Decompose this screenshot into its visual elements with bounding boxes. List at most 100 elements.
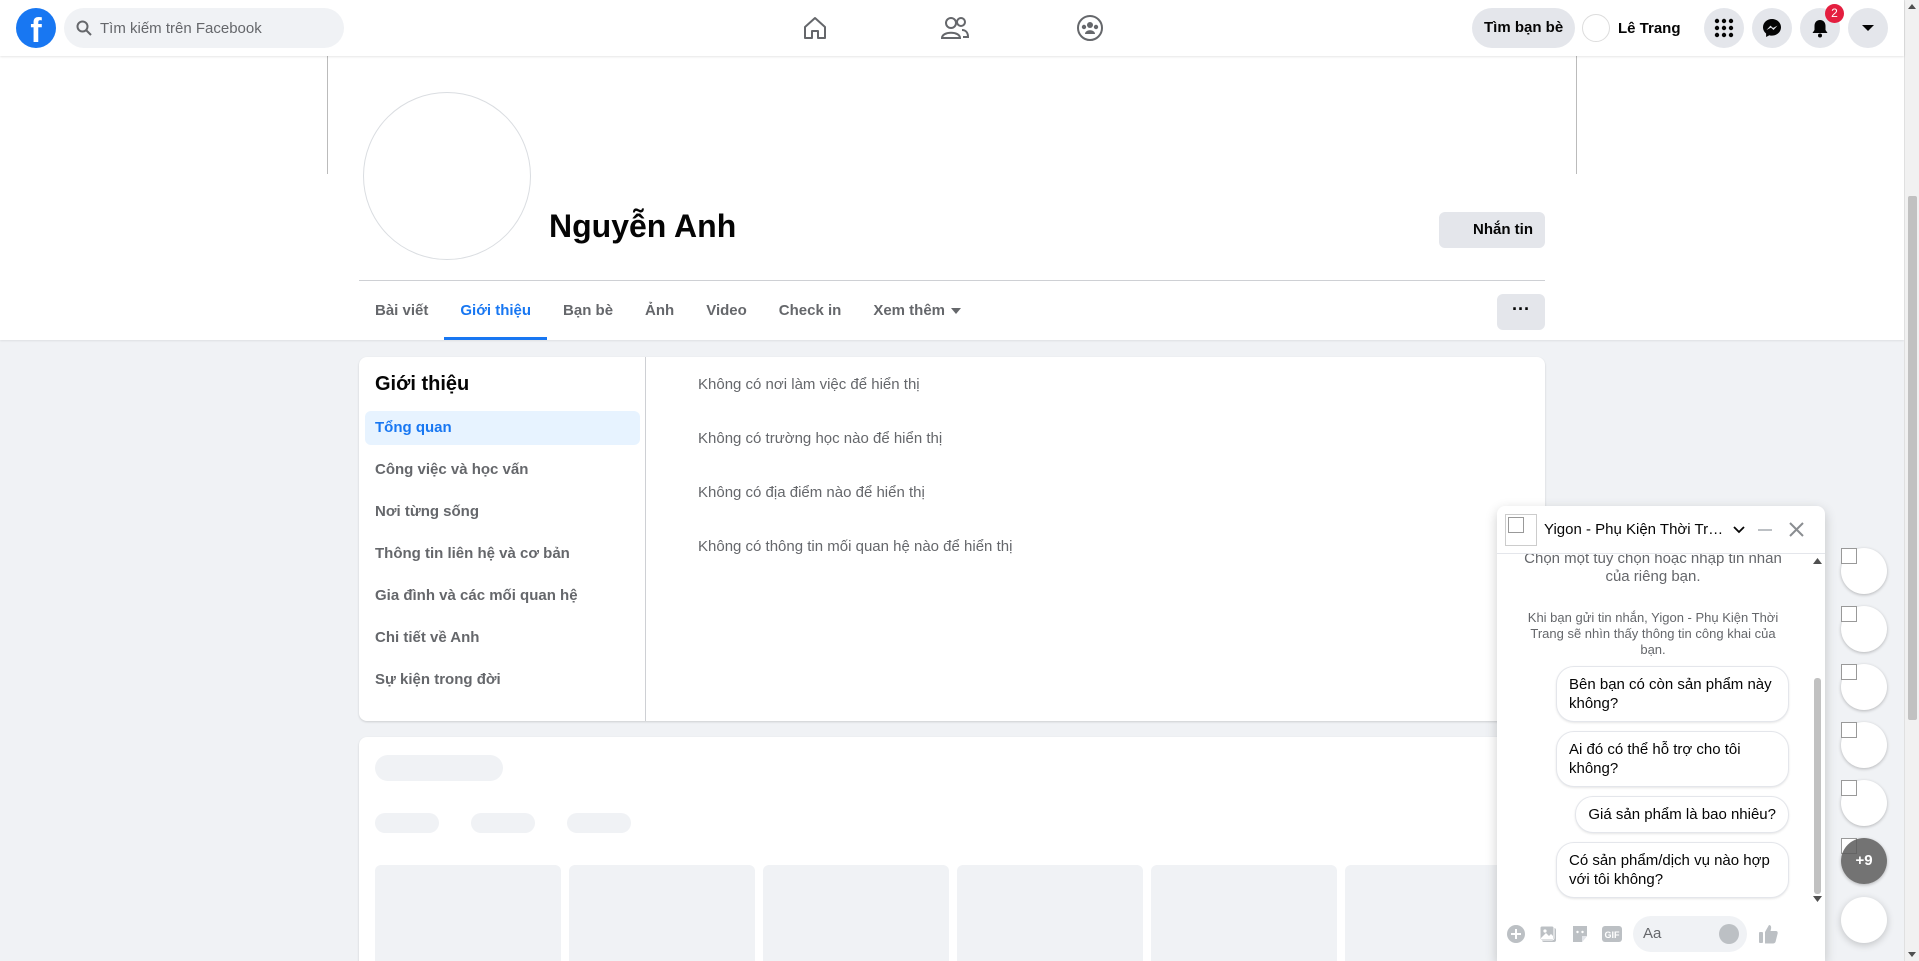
messenger-icon: [1763, 19, 1781, 37]
scroll-up-arrow[interactable]: [1813, 558, 1822, 564]
notifications-button[interactable]: 2: [1800, 4, 1844, 48]
profile-header: Nguyễn Anh Nhắn tin Bài viết Giới thiệu …: [0, 56, 1904, 340]
quick-reply[interactable]: Có sản phẩm/dịch vụ nào hợp với tôi khôn…: [1556, 842, 1789, 898]
about-item-life-events[interactable]: Sự kiện trong đời: [365, 663, 640, 697]
skeleton-title: [375, 755, 503, 781]
chat-scrollbar[interactable]: [1810, 554, 1825, 906]
skeleton-tile: [763, 865, 949, 961]
nav-home[interactable]: [760, 0, 870, 56]
skeleton-tile: [375, 865, 561, 961]
tab-posts[interactable]: Bài viết: [359, 282, 444, 340]
tab-videos[interactable]: Video: [690, 282, 763, 340]
scrollbar-thumb[interactable]: [1908, 196, 1917, 720]
nav-friends[interactable]: [900, 0, 1010, 56]
skeleton-tab: [567, 813, 631, 833]
about-item-places-lived[interactable]: Nơi từng sống: [365, 495, 640, 529]
facebook-logo[interactable]: f: [16, 8, 56, 48]
chat-header[interactable]: Yigon - Phụ Kiện Thời Trang: [1497, 506, 1825, 554]
chat-page-avatar: [1505, 514, 1537, 546]
grid-menu-icon: [1714, 18, 1734, 38]
quick-reply[interactable]: Ai đó có thể hỗ trợ cho tôi không?: [1556, 731, 1789, 787]
message-button[interactable]: Nhắn tin: [1439, 212, 1545, 248]
caret-down-icon: [951, 308, 962, 314]
more-chats-badge: +9: [1841, 838, 1887, 884]
chat-body: Chọn một tùy chọn hoặc nhập tin nhắn của…: [1497, 554, 1825, 906]
chat-head-overflow[interactable]: +9: [1841, 838, 1887, 884]
home-icon: [804, 17, 826, 39]
tab-about[interactable]: Giới thiệu: [444, 282, 547, 340]
no-workplace-text: Không có nơi làm việc để hiển thị: [698, 376, 920, 393]
skeleton-tab: [471, 813, 535, 833]
profile-name: Nguyễn Anh: [549, 208, 737, 244]
broken-image-icon: [1841, 722, 1857, 738]
chevron-down-icon[interactable]: [1733, 525, 1745, 535]
scrollbar-thumb[interactable]: [1814, 678, 1821, 894]
search-box[interactable]: [64, 8, 344, 48]
menu-button[interactable]: [1704, 8, 1744, 48]
broken-image-icon: [1841, 606, 1857, 622]
chat-heads: +9: [1841, 548, 1887, 896]
tab-more-label: Xem thêm: [873, 302, 946, 319]
message-input-box[interactable]: [1633, 915, 1747, 952]
tab-check-ins[interactable]: Check in: [763, 282, 858, 340]
like-button[interactable]: [1757, 923, 1779, 945]
broken-image-icon: [1841, 780, 1857, 796]
about-item-overview[interactable]: Tổng quan: [365, 411, 640, 445]
chat-window: Yigon - Phụ Kiện Thời Trang Chọn một tùy…: [1497, 506, 1825, 961]
skeleton-tile: [957, 865, 1143, 961]
message-input[interactable]: [1633, 925, 1713, 942]
about-item-family-relationships[interactable]: Gia đình và các mối quan hệ: [365, 579, 640, 613]
about-item-contact-info[interactable]: Thông tin liên hệ và cơ bản: [365, 537, 640, 571]
chat-title[interactable]: Yigon - Phụ Kiện Thời Trang: [1544, 521, 1726, 538]
account-button[interactable]: [1848, 8, 1888, 48]
gif-button[interactable]: GIF: [1601, 923, 1623, 945]
user-name: Lê Trang: [1618, 19, 1681, 37]
scroll-down-arrow[interactable]: [1908, 952, 1916, 957]
broken-image-icon: [1841, 548, 1857, 564]
notification-badge: 2: [1825, 4, 1844, 23]
scroll-up-arrow[interactable]: [1908, 4, 1916, 9]
page-scrollbar[interactable]: [1904, 0, 1919, 961]
chat-head[interactable]: [1841, 548, 1887, 594]
messenger-button[interactable]: [1752, 8, 1792, 48]
chat-head[interactable]: [1841, 722, 1887, 768]
scroll-down-arrow[interactable]: [1813, 896, 1822, 902]
tab-more[interactable]: Xem thêm: [857, 282, 977, 340]
new-message-button[interactable]: [1841, 897, 1887, 943]
skeleton-tile: [569, 865, 755, 961]
find-friends-button[interactable]: Tìm bạn bè: [1472, 8, 1576, 48]
sticker-button[interactable]: [1569, 923, 1591, 945]
bell-icon: [1812, 20, 1828, 38]
cover-photo-edge: [327, 56, 328, 174]
search-input[interactable]: [100, 19, 320, 37]
photo-button[interactable]: [1537, 923, 1559, 945]
more-actions-button[interactable]: [1505, 923, 1527, 945]
caret-down-icon: [1862, 25, 1874, 31]
tab-friends[interactable]: Bạn bè: [547, 282, 629, 340]
quick-reply[interactable]: Bên bạn có còn sản phẩm này không?: [1556, 666, 1789, 722]
quick-reply[interactable]: Giá sản phẩm là bao nhiêu?: [1575, 796, 1789, 833]
no-place-text: Không có địa điểm nào để hiển thị: [698, 484, 925, 501]
chat-head[interactable]: [1841, 606, 1887, 652]
about-item-details[interactable]: Chi tiết về Anh: [365, 621, 640, 655]
profile-shortcut[interactable]: Lê Trang: [1582, 8, 1681, 48]
top-navigation-bar: f Tìm bạn bè Lê Trang 2: [0, 0, 1904, 56]
chat-head[interactable]: [1841, 780, 1887, 826]
profile-tabs: Bài viết Giới thiệu Bạn bè Ảnh Video Che…: [359, 282, 977, 340]
profile-picture[interactable]: [363, 92, 531, 260]
about-menu: Tổng quan Công việc và học vấn Nơi từng …: [365, 411, 640, 705]
no-school-text: Không có trường học nào để hiển thị: [698, 430, 943, 447]
chat-prompt-text: Chọn một tùy chọn hoặc nhập tin nhắn của…: [1524, 554, 1782, 585]
emoji-icon[interactable]: [1719, 923, 1739, 944]
nav-groups[interactable]: [1035, 0, 1145, 56]
chat-head[interactable]: [1841, 664, 1887, 710]
about-item-work-education[interactable]: Công việc và học vấn: [365, 453, 640, 487]
avatar: [1582, 14, 1610, 42]
tab-photos[interactable]: Ảnh: [629, 282, 690, 340]
minimize-icon[interactable]: [1757, 522, 1773, 538]
close-icon[interactable]: [1788, 521, 1805, 538]
cover-photo-edge: [1576, 56, 1577, 174]
broken-image-icon: [1841, 664, 1857, 680]
about-content: Không có nơi làm việc để hiển thị Không …: [698, 375, 1012, 591]
profile-more-button[interactable]: ···: [1497, 294, 1545, 330]
